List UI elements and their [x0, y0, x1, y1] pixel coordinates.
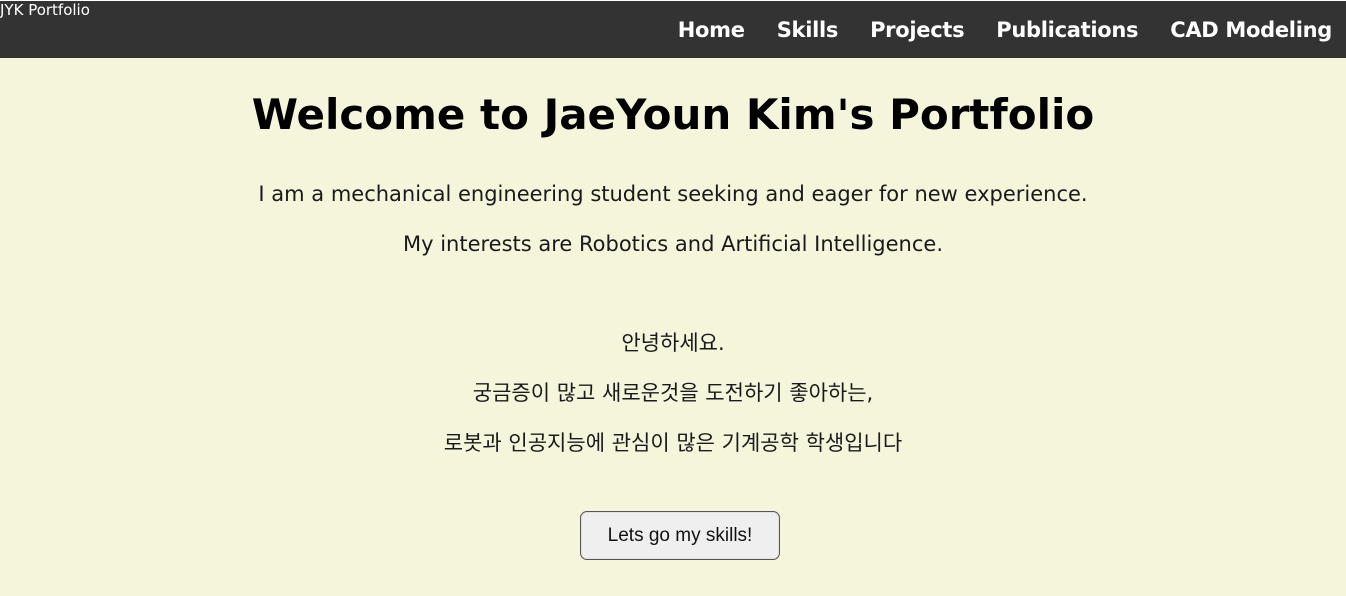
brand-logo-text[interactable]: JYK Portfolio	[0, 1, 90, 19]
nav-links: Home Skills Projects Publications CAD Mo…	[678, 1, 1333, 58]
nav-link-publications[interactable]: Publications	[996, 18, 1138, 42]
intro-korean-line-3: 로봇과 인공지능에 관심이 많은 기계공학 학생입니다	[443, 431, 903, 455]
intro-english-line-1: I am a mechanical engineering student se…	[258, 182, 1088, 206]
intro-korean-line-2: 궁금증이 많고 새로운것을 도전하기 좋아하는,	[472, 381, 874, 405]
intro-korean-line-1: 안녕하세요.	[621, 331, 725, 355]
page-title: Welcome to JaeYoun Kim's Portfolio	[251, 90, 1095, 139]
nav-link-projects[interactable]: Projects	[870, 18, 965, 42]
go-to-skills-button[interactable]: Lets go my skills!	[580, 511, 780, 560]
intro-english-line-2: My interests are Robotics and Artificial…	[402, 232, 944, 256]
nav-link-cad-modeling[interactable]: CAD Modeling	[1170, 18, 1332, 42]
navbar: JYK Portfolio Home Skills Projects Publi…	[0, 1, 1346, 58]
nav-link-home[interactable]: Home	[678, 18, 745, 42]
nav-link-skills[interactable]: Skills	[777, 18, 839, 42]
